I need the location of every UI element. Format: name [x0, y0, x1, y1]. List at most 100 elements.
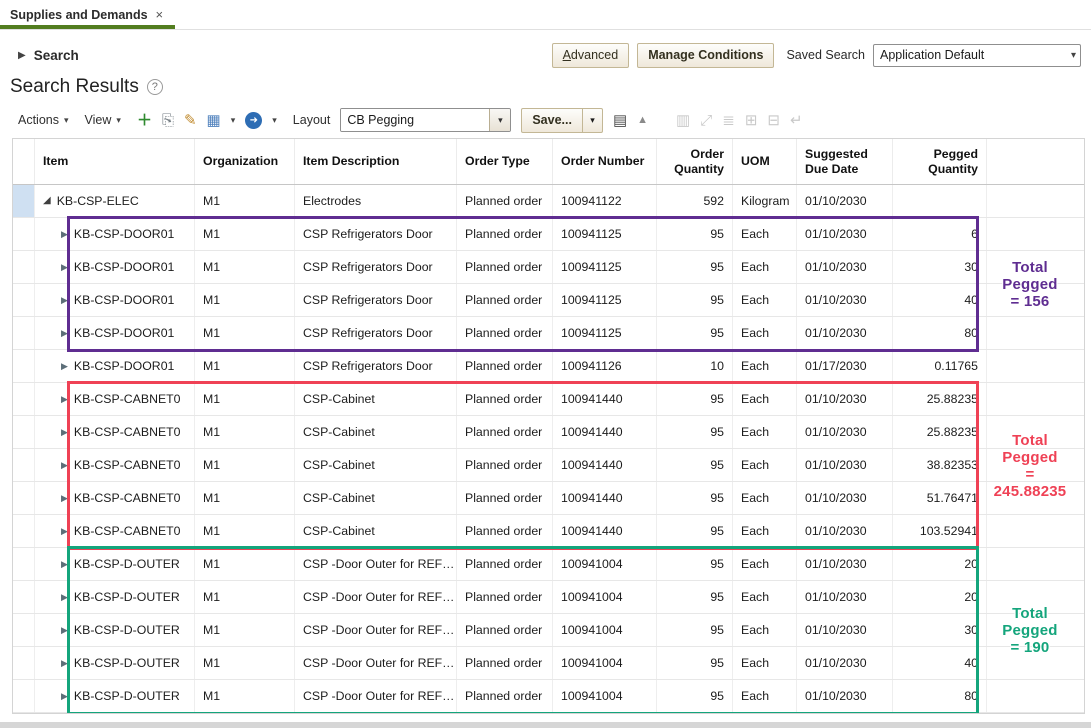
row-selector[interactable]	[13, 317, 35, 349]
go-icon[interactable]: ➜	[245, 112, 262, 129]
row-selector[interactable]	[13, 614, 35, 646]
table-row[interactable]: ▶KB-CSP-DOOR01M1CSP Refrigerators DoorPl…	[13, 251, 1084, 284]
cell-number: 100941440	[553, 416, 657, 448]
cell-org: M1	[195, 449, 295, 481]
chevron-down-icon[interactable]: ▾	[231, 115, 236, 126]
cell-desc: CSP -Door Outer for REF…	[295, 581, 457, 613]
row-selector[interactable]	[13, 218, 35, 250]
table-row[interactable]: ▶KB-CSP-D-OUTERM1CSP -Door Outer for REF…	[13, 680, 1084, 713]
column-header-pegged[interactable]: Pegged Quantity	[893, 139, 987, 184]
table-row[interactable]: ▶KB-CSP-CABNET0M1CSP-CabinetPlanned orde…	[13, 482, 1084, 515]
cell-filler	[987, 680, 1084, 712]
table-row[interactable]: ▶KB-CSP-DOOR01M1CSP Refrigerators DoorPl…	[13, 218, 1084, 251]
tab-supplies-and-demands[interactable]: Supplies and Demands ×	[0, 0, 175, 29]
cell-type: Planned order	[457, 416, 553, 448]
table-row[interactable]: ▶KB-CSP-D-OUTERM1CSP -Door Outer for REF…	[13, 581, 1084, 614]
save-dropdown-icon[interactable]: ▾	[583, 108, 603, 133]
expand-row-icon[interactable]: ▶	[61, 416, 68, 448]
expand-row-icon[interactable]: ▶	[61, 482, 68, 514]
row-selector[interactable]	[13, 581, 35, 613]
cell-item: ▶KB-CSP-DOOR01	[35, 218, 195, 250]
table-row[interactable]: ▶KB-CSP-CABNET0M1CSP-CabinetPlanned orde…	[13, 449, 1084, 482]
layout-combobox[interactable]: CB Pegging ▾	[340, 108, 511, 132]
column-header-due[interactable]: Suggested Due Date	[797, 139, 893, 184]
cell-desc: CSP Refrigerators Door	[295, 251, 457, 283]
copy-icon[interactable]: ⎘	[162, 113, 174, 128]
column-header-number[interactable]: Order Number	[553, 139, 657, 184]
search-actions: Advanced Manage Conditions Saved Search …	[552, 43, 1081, 68]
table-row[interactable]: ▶KB-CSP-DOOR01M1CSP Refrigerators DoorPl…	[13, 317, 1084, 350]
item-name: KB-CSP-D-OUTER	[74, 647, 180, 679]
expand-row-icon[interactable]: ▶	[61, 614, 68, 646]
row-selector[interactable]	[13, 449, 35, 481]
row-selector[interactable]	[13, 284, 35, 316]
cell-number: 100941440	[553, 449, 657, 481]
expand-row-icon[interactable]: ▶	[61, 350, 68, 382]
advanced-button[interactable]: Advanced	[552, 43, 630, 68]
column-header-qty[interactable]: Order Quantity	[657, 139, 733, 184]
manage-conditions-button[interactable]: Manage Conditions	[637, 43, 774, 68]
row-selector[interactable]	[13, 185, 35, 217]
column-header-item[interactable]: Item	[35, 139, 195, 184]
expand-row-icon[interactable]: ▶	[61, 515, 68, 547]
table-row[interactable]: ▶KB-CSP-CABNET0M1CSP-CabinetPlanned orde…	[13, 383, 1084, 416]
help-icon[interactable]: ?	[147, 79, 163, 95]
cell-number: 100941122	[553, 185, 657, 217]
row-selector[interactable]	[13, 416, 35, 448]
expand-row-icon[interactable]: ▶	[61, 218, 68, 250]
column-header-type[interactable]: Order Type	[457, 139, 553, 184]
close-tab-icon[interactable]: ×	[156, 7, 164, 22]
table-row[interactable]: ▶KB-CSP-D-OUTERM1CSP -Door Outer for REF…	[13, 548, 1084, 581]
edit-icon[interactable]: ✎	[184, 113, 197, 128]
save-button[interactable]: Save...	[521, 108, 583, 133]
row-selector[interactable]	[13, 251, 35, 283]
expand-row-icon[interactable]: ▶	[61, 383, 68, 415]
column-header-desc[interactable]: Item Description	[295, 139, 457, 184]
chevron-down-icon[interactable]: ▾	[489, 109, 510, 131]
saved-search-select[interactable]: Application Default ▾	[873, 44, 1081, 67]
table-row[interactable]: ▶KB-CSP-D-OUTERM1CSP -Door Outer for REF…	[13, 614, 1084, 647]
collapse-row-icon[interactable]: ◢	[43, 185, 51, 217]
grid-edit-icon[interactable]: ▦	[207, 113, 221, 128]
table-row[interactable]: ▶KB-CSP-D-OUTERM1CSP -Door Outer for REF…	[13, 647, 1084, 680]
row-selector[interactable]	[13, 647, 35, 679]
cell-filler	[987, 416, 1084, 448]
expand-row-icon[interactable]: ▶	[61, 449, 68, 481]
expand-row-icon[interactable]: ▶	[61, 647, 68, 679]
actions-menu[interactable]: Actions ▾	[18, 113, 69, 127]
results-title-row: Search Results ?	[0, 70, 1091, 102]
horizontal-scrollbar[interactable]	[0, 722, 1091, 728]
expand-row-icon[interactable]: ▶	[61, 680, 68, 712]
chevron-down-icon[interactable]: ▾	[272, 115, 277, 126]
table-row[interactable]: ▶KB-CSP-CABNET0M1CSP-CabinetPlanned orde…	[13, 416, 1084, 449]
expand-row-icon[interactable]: ▶	[61, 581, 68, 613]
expand-row-icon[interactable]: ▶	[61, 251, 68, 283]
cell-item: ▶KB-CSP-DOOR01	[35, 350, 195, 382]
cell-pegged: 30	[893, 614, 987, 646]
table-row[interactable]: ◢KB-CSP-ELECM1ElectrodesPlanned order100…	[13, 185, 1084, 218]
row-selector[interactable]	[13, 350, 35, 382]
table-view-icon[interactable]: ▤	[613, 113, 627, 128]
cell-number: 100941126	[553, 350, 657, 382]
table-row[interactable]: ▶KB-CSP-CABNET0M1CSP-CabinetPlanned orde…	[13, 515, 1084, 548]
search-section-toggle[interactable]: ▶ Search	[18, 48, 79, 63]
row-selector[interactable]	[13, 515, 35, 547]
expand-row-icon[interactable]: ▶	[61, 548, 68, 580]
column-header-uom[interactable]: UOM	[733, 139, 797, 184]
table-header: ItemOrganizationItem DescriptionOrder Ty…	[13, 139, 1084, 185]
select-column-header[interactable]	[13, 139, 35, 184]
collapse-toolbar-icon[interactable]: ▲	[637, 115, 648, 126]
table-row[interactable]: ▶KB-CSP-DOOR01M1CSP Refrigerators DoorPl…	[13, 350, 1084, 383]
view-menu[interactable]: View ▾	[85, 113, 121, 127]
row-selector[interactable]	[13, 383, 35, 415]
expand-row-icon[interactable]: ▶	[61, 317, 68, 349]
row-selector[interactable]	[13, 482, 35, 514]
row-selector[interactable]	[13, 548, 35, 580]
cell-due: 01/10/2030	[797, 680, 893, 712]
cell-uom: Each	[733, 614, 797, 646]
add-icon[interactable]: ＋	[137, 113, 152, 128]
row-selector[interactable]	[13, 680, 35, 712]
expand-row-icon[interactable]: ▶	[61, 284, 68, 316]
column-header-org[interactable]: Organization	[195, 139, 295, 184]
table-row[interactable]: ▶KB-CSP-DOOR01M1CSP Refrigerators DoorPl…	[13, 284, 1084, 317]
